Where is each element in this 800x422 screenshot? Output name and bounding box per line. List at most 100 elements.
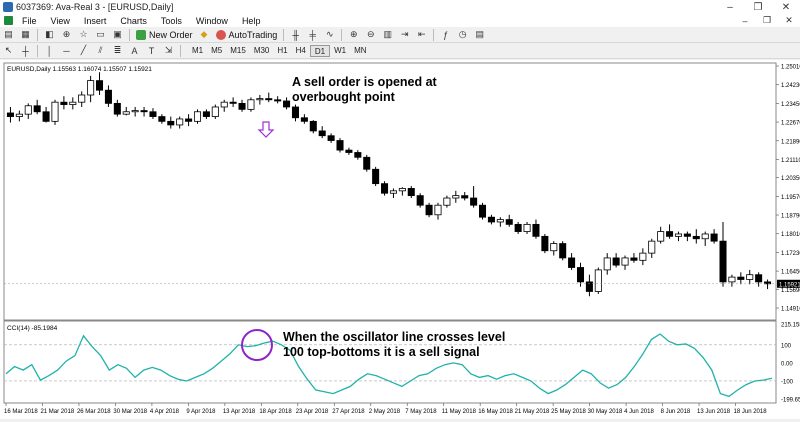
price-tick-label: 1.23450 (781, 102, 800, 108)
tf-h1[interactable]: H1 (273, 45, 291, 57)
bear-candle-body (505, 219, 513, 225)
tile-windows-icon[interactable]: ▥ (381, 29, 394, 41)
autotrading-button[interactable]: AutoTrading (213, 29, 281, 40)
tf-d1[interactable]: D1 (309, 44, 331, 57)
bear-candle-body (407, 188, 415, 197)
bear-candle-body (541, 235, 549, 252)
bull-candle-body (24, 105, 32, 115)
cursor-icon[interactable]: ↖ (2, 45, 15, 57)
new-chart-icon[interactable]: ▤ (2, 29, 15, 41)
label-icon[interactable]: T (145, 45, 158, 57)
autotrading-icon (215, 29, 226, 40)
window-title: 6037369: Ava-Real 3 - [EURUSD,Daily] (16, 2, 174, 12)
profiles-icon[interactable]: ▦ (19, 29, 32, 41)
bull-candle-body (389, 190, 397, 194)
zoom-out-icon[interactable]: ⊖ (364, 29, 377, 41)
crosshair-icon[interactable]: ┼ (19, 45, 32, 57)
maximize-button[interactable]: ❐ (744, 2, 772, 13)
bear-candle-body (692, 235, 700, 240)
bear-candle-body (737, 276, 745, 280)
templates-icon[interactable]: ▤ (473, 29, 486, 41)
child-restore-button[interactable]: ❐ (756, 15, 778, 26)
trendline-icon[interactable]: ╱ (77, 45, 90, 57)
text-icon[interactable]: A (128, 45, 141, 57)
new-order-button[interactable]: New Order (133, 29, 196, 40)
fibonacci-icon[interactable]: ≣ (111, 45, 124, 57)
date-tick-label: 23 Apr 2018 (296, 409, 329, 415)
bear-candle-body (336, 140, 344, 151)
price-chart[interactable]: 1.25010 1.24230 1.23450 1.22670 1.21890 1.211… (0, 60, 800, 419)
minimize-button[interactable]: – (716, 2, 744, 13)
tf-m5[interactable]: M5 (207, 45, 226, 57)
bear-candle-body (719, 240, 727, 283)
tester-icon[interactable]: ▣ (111, 29, 124, 41)
chart-window[interactable]: 1.25010 1.24230 1.23450 1.22670 1.21890 1.211… (0, 60, 800, 419)
title-bar: 6037369: Ava-Real 3 - [EURUSD,Daily] – ❐… (0, 0, 800, 14)
horizontal-line-icon[interactable]: ─ (60, 45, 73, 57)
bar-chart-icon[interactable]: ╫ (289, 29, 302, 41)
cci-tick-label: -100 (781, 379, 794, 385)
bull-candle-body (51, 101, 59, 122)
tf-mn[interactable]: MN (350, 45, 370, 57)
menu-window[interactable]: Window (189, 16, 235, 26)
cci-tick-label: 0.00 (781, 361, 793, 367)
tf-m15[interactable]: M15 (226, 45, 250, 57)
menu-help[interactable]: Help (235, 16, 268, 26)
bull-candle-body (256, 98, 264, 101)
auto-scroll-icon[interactable]: ⇥ (398, 29, 411, 41)
bear-candle-body (479, 204, 487, 218)
bear-candle-body (630, 257, 638, 261)
menu-view[interactable]: View (44, 16, 77, 26)
tf-h4[interactable]: H4 (292, 45, 310, 57)
date-tick-label: 2 May 2018 (369, 409, 401, 415)
child-close-button[interactable]: ✕ (778, 15, 800, 26)
bear-candle-body (300, 117, 308, 122)
bear-candle-body (104, 89, 112, 104)
menu-tools[interactable]: Tools (154, 16, 189, 26)
market-watch-icon[interactable]: ◧ (43, 29, 56, 41)
bear-candle-body (363, 156, 371, 170)
bull-candle-body (122, 111, 130, 115)
date-tick-label: 27 Apr 2018 (332, 409, 365, 415)
line-chart-icon[interactable]: ∿ (323, 29, 336, 41)
terminal-icon[interactable]: ▭ (94, 29, 107, 41)
bear-candle-body (238, 102, 246, 110)
bear-candle-body (568, 257, 576, 268)
price-tick-label: 1.21110 (781, 158, 800, 164)
annotation-oscillator: When the oscillator line crosses level 1… (283, 330, 505, 360)
bear-candle-body (140, 110, 148, 113)
vertical-line-icon[interactable]: │ (43, 45, 56, 57)
indicators-icon[interactable]: ƒ (439, 29, 452, 41)
tf-w1[interactable]: W1 (330, 45, 350, 57)
zoom-in-icon[interactable]: ⊕ (347, 29, 360, 41)
candle (425, 202, 433, 218)
menu-file[interactable]: File (15, 16, 44, 26)
chart-shift-icon[interactable]: ⇤ (415, 29, 428, 41)
periods-icon[interactable]: ◷ (456, 29, 469, 41)
candle (336, 138, 344, 153)
bull-candle-body (496, 219, 504, 223)
data-window-icon[interactable]: ⊕ (60, 29, 73, 41)
bear-candle-body (487, 216, 495, 223)
bear-candle-body (113, 102, 121, 115)
arrows-icon[interactable]: ⇲ (162, 45, 175, 57)
navigator-icon[interactable]: ☆ (77, 29, 90, 41)
bull-candle-body (434, 204, 442, 216)
close-button[interactable]: ✕ (772, 2, 800, 13)
menu-charts[interactable]: Charts (113, 16, 154, 26)
tf-m30[interactable]: M30 (250, 45, 274, 57)
candle (416, 193, 424, 208)
bear-candle-body (274, 99, 282, 102)
bull-candle-body (523, 223, 531, 232)
date-tick-label: 21 May 2018 (515, 409, 550, 415)
candlestick-icon[interactable]: ╪ (306, 29, 319, 41)
editor-icon[interactable]: ◆ (198, 29, 211, 41)
price-tick-label: 1.22670 (781, 121, 800, 127)
child-minimize-button[interactable]: – (734, 16, 756, 26)
tf-m1[interactable]: M1 (188, 45, 207, 57)
candle (363, 154, 371, 172)
channel-icon[interactable]: ⫽ (94, 45, 107, 57)
app-icon (3, 2, 13, 12)
candle (211, 104, 219, 119)
menu-insert[interactable]: Insert (77, 16, 114, 26)
